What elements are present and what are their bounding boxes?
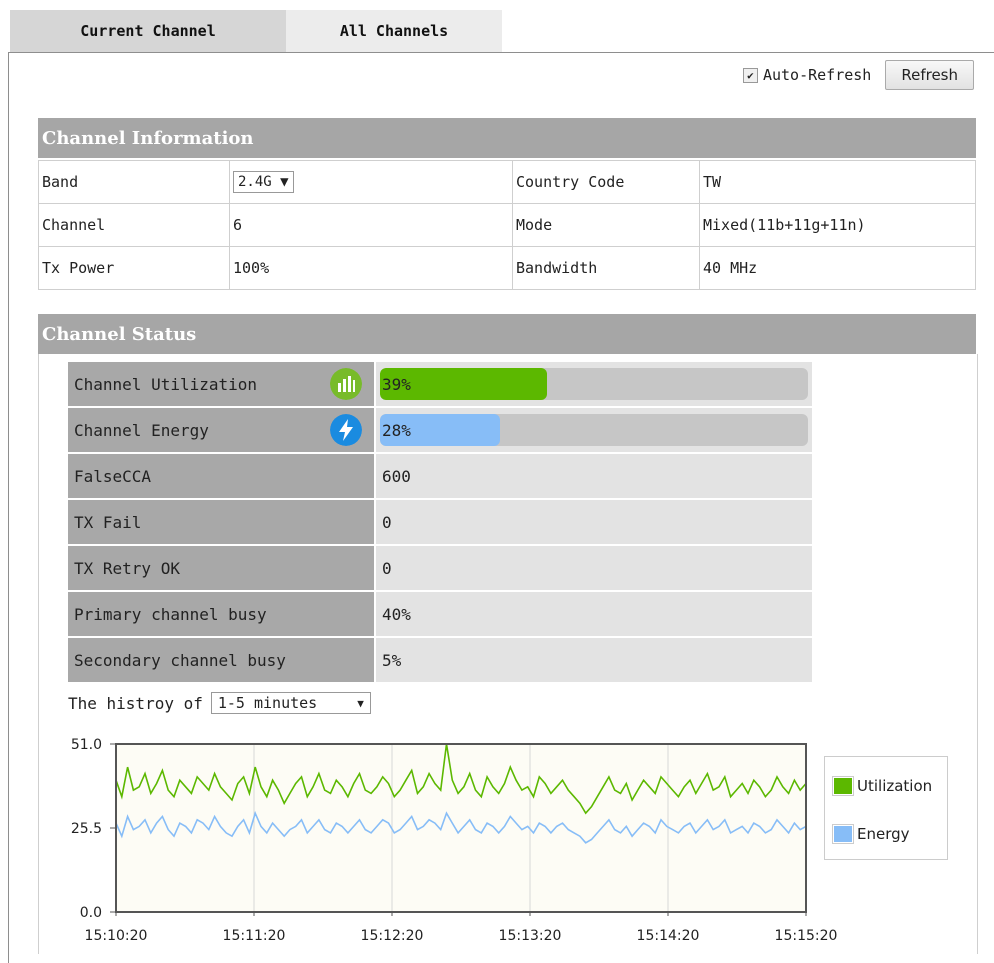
channel-information-header: Channel Information (38, 118, 976, 158)
band-select[interactable]: 2.4G ▼ (233, 171, 294, 193)
utilization-bar-fill: 39% (380, 368, 547, 400)
auto-refresh-checkbox[interactable]: ✔ (742, 67, 758, 83)
tx-fail-value: 0 (376, 500, 812, 544)
tab-current-channel[interactable]: Current Channel (10, 10, 286, 52)
toolbar: ✔ Auto-Refresh Refresh (742, 60, 974, 90)
utilization-label: Channel Utilization (68, 362, 374, 406)
tx-retry-ok-value: 0 (376, 546, 812, 590)
band-cell: 2.4G ▼ (229, 160, 513, 204)
energy-value-cell: 28% (376, 408, 812, 452)
bandwidth-value: 40 MHz (699, 246, 976, 290)
lightning-icon (330, 414, 362, 446)
tx-fail-row: TX Fail 0 (68, 500, 812, 544)
history-range-select[interactable]: 1-5 minutes ▼ (210, 692, 371, 714)
channel-information-table: Band 2.4G ▼ Country Code TW Channel 6 Mo… (38, 160, 976, 290)
tx-retry-ok-label: TX Retry OK (68, 546, 374, 590)
chart-legend: Utilization Energy (824, 756, 948, 860)
tab-bar: Current Channel All Channels (10, 10, 502, 52)
history-range-value: 1-5 minutes (217, 694, 318, 712)
table-row: Tx Power 100% Bandwidth 40 MHz (38, 246, 976, 290)
country-code-value: TW (699, 160, 976, 204)
legend-item-energy: Energy (833, 825, 910, 843)
mode-label: Mode (512, 203, 700, 247)
channel-value: 6 (229, 203, 513, 247)
legend-item-utilization: Utilization (833, 777, 932, 795)
legend-label: Energy (857, 825, 910, 843)
table-row: Channel 6 Mode Mixed(11b+11g+11n) (38, 203, 976, 247)
history-label: The histroy of (68, 693, 203, 713)
secondary-busy-value: 5% (376, 638, 812, 682)
band-value: 2.4G (238, 174, 272, 190)
channel-label: Channel (38, 203, 230, 247)
falsecca-value: 600 (376, 454, 812, 498)
primary-busy-value: 40% (376, 592, 812, 636)
tx-retry-ok-row: TX Retry OK 0 (68, 546, 812, 590)
tx-power-value: 100% (229, 246, 513, 290)
energy-bar: 28% (380, 414, 808, 446)
mode-value: Mixed(11b+11g+11n) (699, 203, 976, 247)
tx-power-label: Tx Power (38, 246, 230, 290)
legend-swatch (833, 825, 853, 843)
history-selector: The histroy of 1-5 minutes ▼ (68, 692, 371, 714)
falsecca-label: FalseCCA (68, 454, 374, 498)
tx-fail-label: TX Fail (68, 500, 374, 544)
energy-row: Channel Energy 28% (68, 408, 812, 452)
utilization-row: Channel Utilization 39% (68, 362, 812, 406)
bar-chart-icon (330, 368, 362, 400)
legend-label: Utilization (857, 777, 933, 795)
primary-busy-label: Primary channel busy (68, 592, 374, 636)
secondary-busy-label: Secondary channel busy (68, 638, 374, 682)
legend-swatch (833, 777, 853, 795)
chevron-down-icon: ▼ (357, 696, 364, 710)
falsecca-row: FalseCCA 600 (68, 454, 812, 498)
bandwidth-label: Bandwidth (512, 246, 700, 290)
primary-busy-row: Primary channel busy 40% (68, 592, 812, 636)
secondary-busy-row: Secondary channel busy 5% (68, 638, 812, 682)
utilization-value-cell: 39% (376, 362, 812, 406)
refresh-button[interactable]: Refresh (885, 60, 974, 90)
tab-all-channels[interactable]: All Channels (286, 10, 502, 52)
utilization-bar: 39% (380, 368, 808, 400)
auto-refresh-label: Auto-Refresh (762, 66, 872, 84)
energy-label: Channel Energy (68, 408, 374, 452)
band-label: Band (38, 160, 230, 204)
energy-bar-fill: 28% (380, 414, 500, 446)
country-code-label: Country Code (512, 160, 700, 204)
table-row: Band 2.4G ▼ Country Code TW (38, 160, 976, 204)
channel-status-header: Channel Status (38, 314, 976, 354)
chevron-down-icon: ▼ (280, 174, 289, 190)
